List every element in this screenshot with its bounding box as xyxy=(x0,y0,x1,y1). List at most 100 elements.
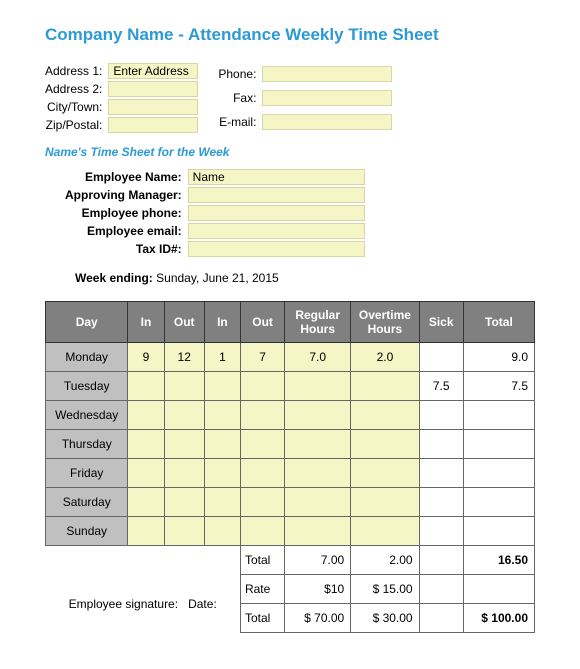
cell-out2[interactable] xyxy=(240,459,284,488)
cell-overtime[interactable] xyxy=(351,459,419,488)
cell-overtime[interactable] xyxy=(351,517,419,546)
date-label: Date: xyxy=(188,597,217,611)
cell-in2[interactable]: 1 xyxy=(204,343,240,372)
employee-email-label: Employee email: xyxy=(65,224,182,238)
cell-regular[interactable] xyxy=(285,372,351,401)
cell-out2[interactable] xyxy=(240,488,284,517)
address1-input[interactable]: Enter Address xyxy=(108,63,198,79)
cell-overtime[interactable] xyxy=(351,372,419,401)
cell-in2[interactable] xyxy=(204,372,240,401)
cell-day: Friday xyxy=(46,459,128,488)
cell-total xyxy=(463,401,534,430)
address2-input[interactable] xyxy=(108,81,198,97)
week-ending: Week ending: Sunday, June 21, 2015 xyxy=(75,271,535,285)
fax-input[interactable] xyxy=(262,90,392,106)
cell-total xyxy=(463,459,534,488)
email-label: E-mail: xyxy=(218,115,256,129)
table-row: Thursday xyxy=(46,430,535,459)
cell-out2[interactable]: 7 xyxy=(240,343,284,372)
summary-grand-regular: $ 70.00 xyxy=(285,604,351,633)
table-row: Tuesday7.57.5 xyxy=(46,372,535,401)
city-label: City/Town: xyxy=(45,100,102,114)
employee-phone-input[interactable] xyxy=(188,205,365,221)
summary-rate-label: Rate xyxy=(240,575,284,604)
cell-out2[interactable] xyxy=(240,401,284,430)
phone-input[interactable] xyxy=(262,66,392,82)
summary-rate-sick xyxy=(419,575,463,604)
company-address-col: Address 1: Enter Address Address 2: City… xyxy=(45,63,198,133)
fax-label: Fax: xyxy=(218,91,256,105)
tax-id-label: Tax ID#: xyxy=(65,242,182,256)
summary-grand-total: $ 100.00 xyxy=(463,604,534,633)
cell-sick[interactable] xyxy=(419,430,463,459)
summary-rate-overtime: $ 15.00 xyxy=(351,575,419,604)
cell-in2[interactable] xyxy=(204,401,240,430)
cell-day: Monday xyxy=(46,343,128,372)
zip-input[interactable] xyxy=(108,117,198,133)
city-input[interactable] xyxy=(108,99,198,115)
cell-day: Sunday xyxy=(46,517,128,546)
cell-in1[interactable] xyxy=(128,430,164,459)
cell-overtime[interactable]: 2.0 xyxy=(351,343,419,372)
cell-in1[interactable] xyxy=(128,459,164,488)
cell-in1[interactable] xyxy=(128,401,164,430)
cell-sick[interactable]: 7.5 xyxy=(419,372,463,401)
cell-in1[interactable] xyxy=(128,488,164,517)
summary-grand-overtime: $ 30.00 xyxy=(351,604,419,633)
cell-out1[interactable]: 12 xyxy=(164,343,204,372)
cell-sick[interactable] xyxy=(419,401,463,430)
cell-out1[interactable] xyxy=(164,430,204,459)
cell-out1[interactable] xyxy=(164,401,204,430)
cell-regular[interactable]: 7.0 xyxy=(285,343,351,372)
cell-out1[interactable] xyxy=(164,372,204,401)
employee-name-input[interactable]: Name xyxy=(188,169,365,185)
cell-overtime[interactable] xyxy=(351,430,419,459)
summary-rate-row: Employee signature: Date: Rate $10 $ 15.… xyxy=(46,575,535,604)
summary-total-row: Total 7.00 2.00 16.50 xyxy=(46,546,535,575)
cell-in1[interactable] xyxy=(128,372,164,401)
cell-overtime[interactable] xyxy=(351,488,419,517)
th-overtime: Overtime Hours xyxy=(351,302,419,343)
summary-total-label: Total xyxy=(240,546,284,575)
cell-regular[interactable] xyxy=(285,459,351,488)
summary-total-overtime: 2.00 xyxy=(351,546,419,575)
cell-out1[interactable] xyxy=(164,488,204,517)
cell-out2[interactable] xyxy=(240,372,284,401)
cell-in1[interactable] xyxy=(128,517,164,546)
th-out1: Out xyxy=(164,302,204,343)
cell-total: 7.5 xyxy=(463,372,534,401)
cell-in1[interactable]: 9 xyxy=(128,343,164,372)
cell-out2[interactable] xyxy=(240,517,284,546)
cell-in2[interactable] xyxy=(204,488,240,517)
cell-sick[interactable] xyxy=(419,343,463,372)
th-total: Total xyxy=(463,302,534,343)
summary-rate-total xyxy=(463,575,534,604)
cell-regular[interactable] xyxy=(285,430,351,459)
email-input[interactable] xyxy=(262,114,392,130)
cell-regular[interactable] xyxy=(285,488,351,517)
cell-in2[interactable] xyxy=(204,430,240,459)
cell-day: Thursday xyxy=(46,430,128,459)
cell-regular[interactable] xyxy=(285,517,351,546)
cell-out1[interactable] xyxy=(164,459,204,488)
cell-sick[interactable] xyxy=(419,459,463,488)
cell-total xyxy=(463,488,534,517)
section-subheader: Name's Time Sheet for the Week xyxy=(45,145,535,159)
week-ending-label: Week ending: xyxy=(75,271,153,285)
cell-total xyxy=(463,430,534,459)
cell-out1[interactable] xyxy=(164,517,204,546)
cell-sick[interactable] xyxy=(419,488,463,517)
cell-sick[interactable] xyxy=(419,517,463,546)
tax-id-input[interactable] xyxy=(188,241,365,257)
cell-in2[interactable] xyxy=(204,459,240,488)
th-in1: In xyxy=(128,302,164,343)
cell-overtime[interactable] xyxy=(351,401,419,430)
cell-out2[interactable] xyxy=(240,430,284,459)
cell-regular[interactable] xyxy=(285,401,351,430)
company-header: Address 1: Enter Address Address 2: City… xyxy=(45,63,535,133)
table-row: Friday xyxy=(46,459,535,488)
employee-email-input[interactable] xyxy=(188,223,365,239)
cell-in2[interactable] xyxy=(204,517,240,546)
table-row: Sunday xyxy=(46,517,535,546)
manager-input[interactable] xyxy=(188,187,365,203)
